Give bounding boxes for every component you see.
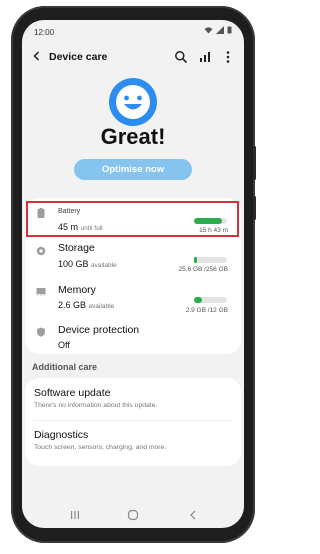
storage-bar bbox=[194, 257, 227, 263]
memory-bar bbox=[194, 297, 227, 303]
memory-title: Memory bbox=[58, 284, 96, 296]
battery-status-icon bbox=[227, 26, 232, 34]
additional-care-card: Software update There's no information a… bbox=[25, 378, 241, 466]
memory-chip-icon bbox=[36, 288, 46, 296]
memory-value-suffix: available bbox=[88, 303, 115, 310]
app-bar: Device care bbox=[22, 44, 244, 70]
power-button bbox=[253, 196, 256, 220]
additional-care-heading: Additional care bbox=[32, 362, 98, 372]
storage-value: 100 GB available bbox=[58, 259, 117, 269]
storage-icon bbox=[36, 246, 46, 256]
storage-bar-fill bbox=[194, 257, 198, 263]
storage-row[interactable]: Storage 100 GB available 25.6 GB /256 GB bbox=[25, 238, 241, 278]
diagnostics-desc: Touch screen, sensors, charging, and mor… bbox=[34, 444, 167, 451]
memory-available: 2.6 GB bbox=[58, 300, 87, 310]
more-vertical-icon[interactable] bbox=[221, 50, 235, 64]
memory-usage: 2.9 GB /12 GB bbox=[185, 307, 228, 314]
storage-available: 100 GB bbox=[58, 259, 89, 269]
smiley-face-icon bbox=[109, 78, 157, 126]
protection-title: Device protection bbox=[58, 324, 140, 336]
status-time: 12:00 bbox=[34, 28, 55, 37]
memory-value: 2.6 GB available bbox=[58, 300, 114, 310]
storage-title: Storage bbox=[58, 242, 95, 254]
back-icon[interactable] bbox=[186, 509, 200, 521]
status-text: Great! bbox=[100, 124, 166, 149]
memory-row[interactable]: Memory 2.6 GB available 2.9 GB /12 GB bbox=[25, 278, 241, 318]
bar-chart-icon[interactable] bbox=[198, 50, 212, 64]
shield-icon bbox=[37, 327, 45, 337]
page-title: Device care bbox=[49, 51, 108, 63]
optimise-now-button[interactable]: Optimise now bbox=[74, 159, 192, 180]
wifi-icon bbox=[204, 27, 213, 34]
battery-highlight bbox=[26, 201, 239, 237]
software-update-row[interactable]: Software update There's no information a… bbox=[25, 378, 241, 420]
home-icon[interactable] bbox=[126, 509, 140, 521]
diagnostics-title: Diagnostics bbox=[34, 429, 89, 441]
smiley-face-graphic bbox=[116, 85, 150, 119]
screen: 12:00 Device care Great! Optimise now Ba… bbox=[22, 20, 244, 528]
search-icon[interactable] bbox=[174, 50, 188, 64]
cell-signal-icon bbox=[216, 26, 224, 34]
navigation-bar bbox=[22, 502, 244, 528]
chevron-left-icon[interactable] bbox=[32, 51, 42, 61]
software-update-desc: There's no information about this update… bbox=[34, 402, 158, 409]
status-bar: 12:00 bbox=[22, 20, 244, 42]
device-protection-row[interactable]: Device protection Off bbox=[25, 318, 241, 354]
memory-bar-fill bbox=[194, 297, 202, 303]
recents-icon[interactable] bbox=[68, 509, 82, 521]
diagnostics-row[interactable]: Diagnostics Touch screen, sensors, charg… bbox=[25, 421, 241, 466]
storage-usage: 25.6 GB /256 GB bbox=[178, 266, 228, 273]
signal-icons bbox=[204, 26, 232, 34]
volume-button bbox=[253, 146, 256, 180]
protection-status: Off bbox=[58, 340, 70, 350]
storage-value-suffix: available bbox=[91, 262, 117, 269]
software-update-title: Software update bbox=[34, 387, 111, 399]
